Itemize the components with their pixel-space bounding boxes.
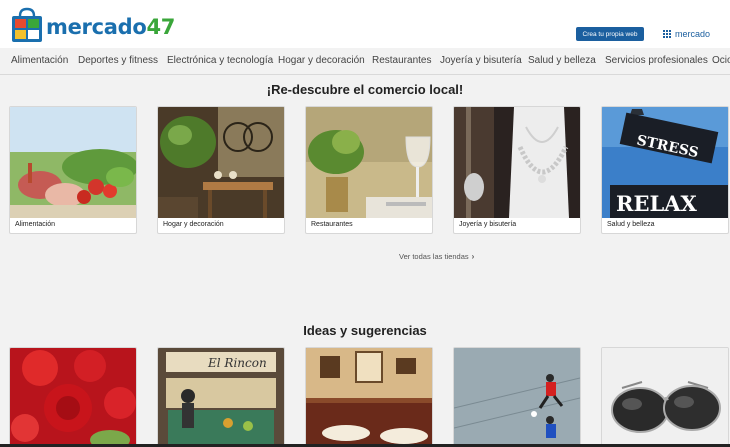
- idea-card-sunglasses[interactable]: [601, 347, 729, 447]
- create-website-button[interactable]: Crea tu propia web: [576, 27, 644, 41]
- logo-word: mercado: [46, 15, 147, 39]
- sunglasses-image: [602, 348, 728, 446]
- nav-item-ocio[interactable]: Ocio: [712, 55, 730, 66]
- nav-item-restaurantes[interactable]: Restaurantes: [372, 55, 431, 66]
- jewelry-image: [454, 107, 580, 218]
- idea-card-flowers[interactable]: [9, 347, 137, 447]
- idea-card-street-football[interactable]: [453, 347, 581, 447]
- store-card-label: Restaurantes: [311, 221, 353, 228]
- site-logo[interactable]: mercado47: [10, 5, 175, 45]
- store-card-hogar[interactable]: Hogar y decoración: [157, 106, 285, 234]
- nav-item-servicios[interactable]: Servicios profesionales: [605, 55, 708, 66]
- home-decor-image: [158, 107, 284, 218]
- chevron-right-icon: ›: [471, 252, 475, 261]
- see-all-stores-link[interactable]: Ver todas las tiendas ›: [399, 252, 474, 261]
- store-card-label: Alimentación: [15, 221, 56, 228]
- shopping-bag-logo-icon: [12, 7, 42, 42]
- see-all-label: Ver todas las tiendas: [399, 252, 469, 261]
- site-header: mercado47 Crea tu propia web mercado: [0, 0, 730, 48]
- store-card-salud[interactable]: STRESS RELAX Salud y belleza: [601, 106, 729, 234]
- sign-relax-text: RELAX: [616, 191, 698, 216]
- roses-image: [10, 348, 136, 446]
- nav-item-electronica[interactable]: Electrónica y tecnología: [167, 55, 273, 66]
- nav-item-hogar[interactable]: Hogar y decoración: [278, 55, 365, 66]
- store-card-restaurantes[interactable]: Restaurantes: [305, 106, 433, 234]
- idea-card-dining-room[interactable]: [305, 347, 433, 447]
- mercado-menu-link[interactable]: mercado: [663, 27, 710, 41]
- store-card-alimentacion[interactable]: Alimentación: [9, 106, 137, 234]
- dining-room-image: [306, 348, 432, 446]
- store-sign-text: El Rincon: [207, 356, 267, 370]
- store-card-label: Joyería y bisutería: [459, 221, 517, 228]
- mercado-link-label: mercado: [675, 29, 711, 39]
- logo-text: mercado47: [46, 15, 175, 39]
- store-card-joyeria[interactable]: Joyería y bisutería: [453, 106, 581, 234]
- grid-icon: [663, 30, 671, 38]
- category-nav: Alimentación Deportes y fitness Electrón…: [0, 48, 730, 75]
- restaurant-image: [306, 107, 432, 218]
- market-stall-image: El Rincon: [158, 348, 284, 446]
- nav-item-joyeria[interactable]: Joyería y bisutería: [440, 55, 522, 66]
- ideas-title: Ideas y sugerencias: [303, 323, 427, 338]
- nav-item-deportes[interactable]: Deportes y fitness: [78, 55, 158, 66]
- stress-relax-image: STRESS RELAX: [602, 107, 728, 218]
- idea-card-market-stall[interactable]: El Rincon: [157, 347, 285, 447]
- store-card-label: Hogar y decoración: [163, 221, 224, 228]
- rediscover-title: ¡Re-descubre el comercio local!: [266, 82, 464, 97]
- street-football-image: [454, 348, 580, 446]
- store-card-label: Salud y belleza: [607, 221, 655, 228]
- food-image: [10, 107, 136, 218]
- nav-item-salud[interactable]: Salud y belleza: [528, 55, 596, 66]
- logo-number: 47: [146, 15, 176, 39]
- nav-item-alimentacion[interactable]: Alimentación: [11, 55, 68, 66]
